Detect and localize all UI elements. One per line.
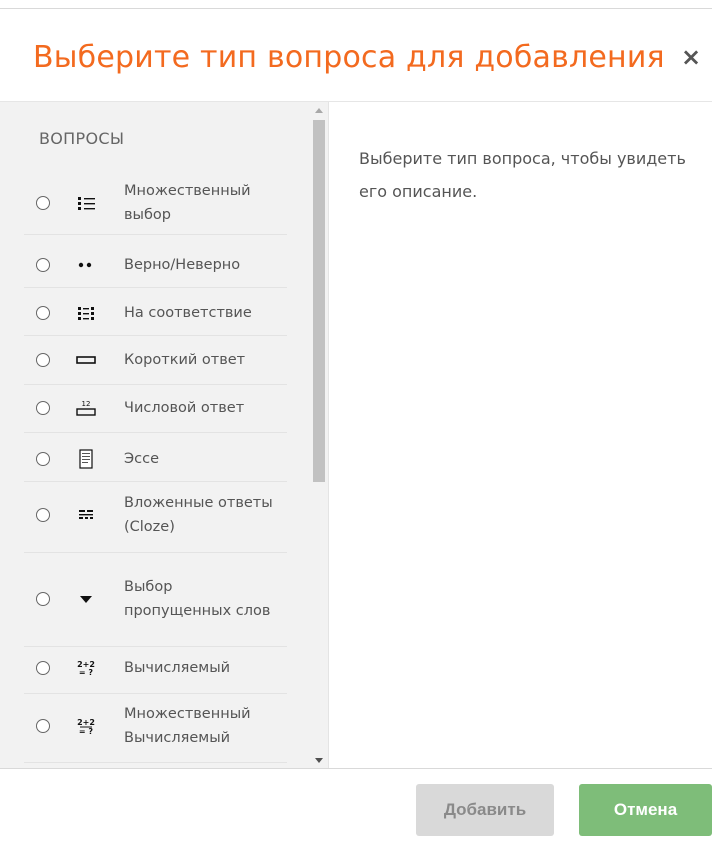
- radio-button[interactable]: [36, 401, 50, 415]
- option-label: Выбор пропущенных слов: [124, 579, 271, 619]
- svg-text:12: 12: [82, 400, 91, 408]
- dialog-title: Выберите тип вопроса для добавления: [33, 40, 665, 75]
- option-label: На соответствие: [124, 305, 252, 321]
- radio-button[interactable]: [36, 452, 50, 466]
- cancel-button[interactable]: Отмена: [579, 784, 712, 836]
- question-types-list: ВОПРОСЫ Множественный выбор Верно/Неверн…: [0, 102, 329, 768]
- option-matching[interactable]: На соответствие: [24, 288, 287, 336]
- description-text: Выберите тип вопроса, чтобы увидеть его …: [359, 149, 686, 201]
- option-numerical[interactable]: 12 Числовой ответ: [24, 385, 287, 433]
- add-button[interactable]: Добавить: [416, 784, 554, 836]
- option-truefalse[interactable]: Верно/Неверно: [24, 235, 287, 288]
- svg-text:= ?: = ?: [79, 727, 93, 736]
- radio-button[interactable]: [36, 306, 50, 320]
- multiple-choice-icon: [78, 197, 95, 210]
- option-label: Вложенные ответы (Cloze): [124, 495, 273, 535]
- option-gapselect[interactable]: Выбор пропущенных слов: [24, 553, 287, 647]
- option-cloze[interactable]: Вложенные ответы (Cloze): [24, 482, 287, 553]
- true-false-icon: [78, 262, 92, 268]
- dialog-header: Выберите тип вопроса для добавления ×: [0, 9, 712, 102]
- option-shortanswer[interactable]: Короткий ответ: [24, 336, 287, 385]
- svg-text:= ?: = ?: [79, 668, 93, 677]
- cloze-icon: [79, 510, 93, 519]
- option-calculatedmulti[interactable]: 2+2 = ? Множественный Вычисляемый: [24, 694, 287, 763]
- radio-button[interactable]: [36, 508, 50, 522]
- radio-button[interactable]: [36, 661, 50, 675]
- radio-button[interactable]: [36, 353, 50, 367]
- matching-icon: [78, 307, 94, 320]
- option-label: Числовой ответ: [124, 400, 245, 416]
- scroll-down-arrow-icon[interactable]: [315, 758, 323, 763]
- numerical-icon: 12: [76, 400, 96, 416]
- radio-button[interactable]: [36, 592, 50, 606]
- question-description-pane: Выберите тип вопроса, чтобы увидеть его …: [329, 102, 712, 768]
- essay-icon: [79, 449, 93, 469]
- option-multichoice[interactable]: Множественный выбор: [24, 169, 287, 235]
- radio-button[interactable]: [36, 719, 50, 733]
- short-answer-icon: [76, 356, 96, 364]
- option-label: Короткий ответ: [124, 352, 246, 368]
- dropdown-icon: [80, 596, 92, 603]
- calculated-multi-icon: 2+2 = ?: [77, 718, 95, 736]
- close-icon[interactable]: ×: [680, 43, 702, 71]
- option-calculated[interactable]: 2+2 = ? Вычисляемый: [24, 647, 287, 694]
- scroll-thumb[interactable]: [313, 120, 325, 482]
- section-label-questions: ВОПРОСЫ: [39, 129, 125, 148]
- dialog-footer: Добавить Отмена: [0, 768, 712, 846]
- option-label: Верно/Неверно: [124, 257, 241, 273]
- scroll-up-arrow-icon[interactable]: [315, 108, 323, 113]
- options-scrollbar[interactable]: [311, 102, 328, 768]
- option-essay[interactable]: Эссе: [24, 433, 287, 482]
- option-label: Эссе: [124, 451, 159, 467]
- svg-text:2+2: 2+2: [77, 718, 95, 727]
- calculated-icon: 2+2 = ?: [77, 660, 95, 677]
- radio-button[interactable]: [36, 258, 50, 272]
- option-label: Вычисляемый: [124, 660, 231, 676]
- option-label: Множественный выбор: [124, 183, 251, 223]
- option-label: Множественный Вычисляемый: [124, 706, 251, 746]
- radio-button[interactable]: [36, 196, 50, 210]
